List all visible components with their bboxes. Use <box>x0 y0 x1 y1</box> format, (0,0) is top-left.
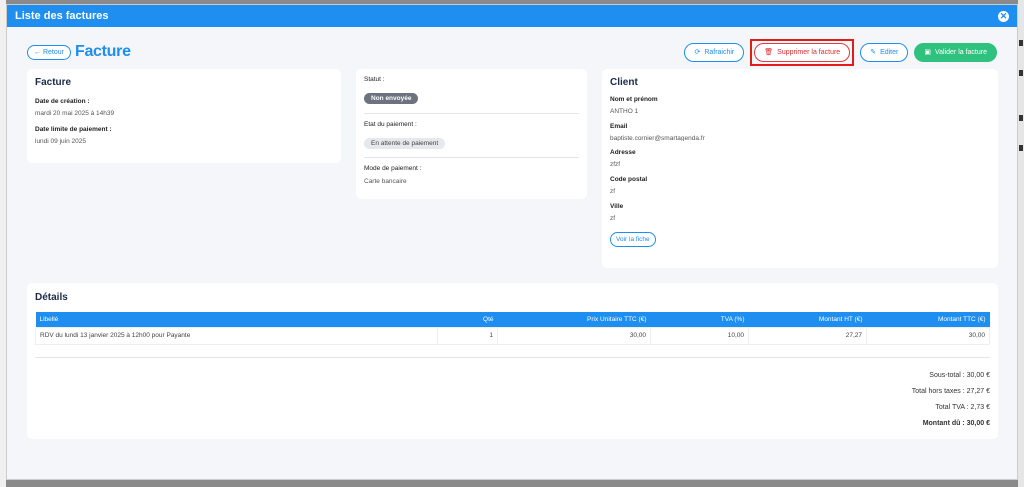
table-cell: 30,00 <box>866 326 990 345</box>
table-cell: 1 <box>437 326 498 345</box>
client-city-label: Ville <box>610 203 624 210</box>
divider <box>35 356 990 358</box>
table-cell: 10,00 <box>650 326 749 345</box>
payment-state-label: Etat du paiement : <box>364 121 417 128</box>
client-card: Client Nom et prénom ANTHO 1 Email bapti… <box>602 69 998 268</box>
modal-header: Liste des factures ✕ <box>7 5 1017 27</box>
due-date-label: Date limite de paiement : <box>35 126 112 133</box>
column-header: Qté <box>437 312 498 327</box>
back-button[interactable]: ← Retour <box>27 44 71 60</box>
delete-label: Supprimer la facture <box>777 48 841 56</box>
view-client-button[interactable]: Voir la fiche <box>610 232 656 247</box>
total-tva: Total TVA : 2,73 € <box>935 404 990 411</box>
delete-highlight-box: 🗑 Supprimer la facture <box>750 38 855 66</box>
due-date-value: lundi 09 juin 2025 <box>35 138 86 145</box>
delete-invoice-button[interactable]: 🗑 Supprimer la facture <box>754 42 851 62</box>
page-title: Facture <box>74 43 131 60</box>
pencil-icon: ✎ <box>870 49 877 56</box>
column-header: Montant HT (€) <box>748 312 867 327</box>
invoice-modal: Liste des factures ✕ ← Retour Facture ⟳ … <box>6 4 1018 480</box>
payment-state-badge: En attente de paiement <box>364 138 446 149</box>
client-city-value: zf <box>610 215 616 222</box>
status-card: Statut : Non envoyée Etat du paiement : … <box>356 69 587 199</box>
table-cell: RDV du lundi 13 janvier 2025 à 12h00 pou… <box>35 326 438 345</box>
client-address-value: zfzf <box>610 161 621 168</box>
table-row: RDV du lundi 13 janvier 2025 à 12h00 pou… <box>35 326 990 345</box>
client-address-label: Adresse <box>610 149 636 156</box>
client-postal-label: Code postal <box>610 176 648 183</box>
divider <box>364 113 579 114</box>
column-header: Montant TTC (€) <box>866 312 990 327</box>
invoice-toolbar: ← Retour Facture ⟳ Rafraichir 🗑 Supprime… <box>27 38 997 66</box>
invoice-heading: Facture <box>35 77 72 88</box>
column-header: TVA (%) <box>650 312 749 327</box>
status-label: Statut : <box>364 76 385 83</box>
invoice-card: Facture Date de création : mardi 20 mai … <box>27 69 341 163</box>
refresh-icon: ⟳ <box>694 49 701 56</box>
validate-label: Valider la facture <box>934 48 987 56</box>
client-name-value: ANTHO 1 <box>610 108 639 115</box>
validate-invoice-button[interactable]: ▣ Valider la facture <box>914 42 997 62</box>
client-name-label: Nom et prénom <box>610 96 658 103</box>
total-ht: Total hors taxes : 27,27 € <box>911 388 990 395</box>
refresh-button[interactable]: ⟳ Rafraichir <box>684 42 745 62</box>
column-header: Libellé <box>35 312 438 327</box>
client-email-value: baptiste.cornier@smartagenda.fr <box>610 135 705 141</box>
trash-icon: 🗑 <box>764 49 774 56</box>
table-cell: 30,00 <box>497 326 651 345</box>
details-card: Détails Libellé Qté Prix Unitaire TTC (€… <box>27 283 998 439</box>
client-postal-value: zf <box>610 188 616 195</box>
details-table: Libellé Qté Prix Unitaire TTC (€) TVA (%… <box>35 312 990 345</box>
background-page-right <box>1018 0 1024 487</box>
payment-method-value: Carte bancaire <box>364 178 407 185</box>
edit-label: Editer <box>880 48 899 56</box>
totals-block: Sous-total : 30,00 € Total hors taxes : … <box>912 368 990 432</box>
save-icon: ▣ <box>924 49 931 56</box>
subtotal: Sous-total : 30,00 € <box>929 372 990 379</box>
client-heading: Client <box>610 77 638 88</box>
created-date-value: mardi 20 mai 2025 à 14h39 <box>35 110 115 117</box>
payment-method-label: Mode de paiement : <box>364 165 422 172</box>
divider <box>364 157 579 158</box>
created-date-label: Date de création : <box>35 98 90 105</box>
client-email-label: Email <box>610 123 628 130</box>
table-cell: 27,27 <box>748 326 867 345</box>
details-heading: Détails <box>35 292 68 303</box>
amount-due: Montant dû : 30,00 € <box>922 420 990 427</box>
status-badge: Non envoyée <box>364 93 419 104</box>
refresh-label: Rafraichir <box>704 48 735 56</box>
table-header-row: Libellé Qté Prix Unitaire TTC (€) TVA (%… <box>35 312 990 327</box>
edit-button[interactable]: ✎ Editer <box>860 42 909 62</box>
modal-title: Liste des factures <box>15 10 109 22</box>
column-header: Prix Unitaire TTC (€) <box>497 312 651 327</box>
close-icon[interactable]: ✕ <box>998 10 1009 22</box>
